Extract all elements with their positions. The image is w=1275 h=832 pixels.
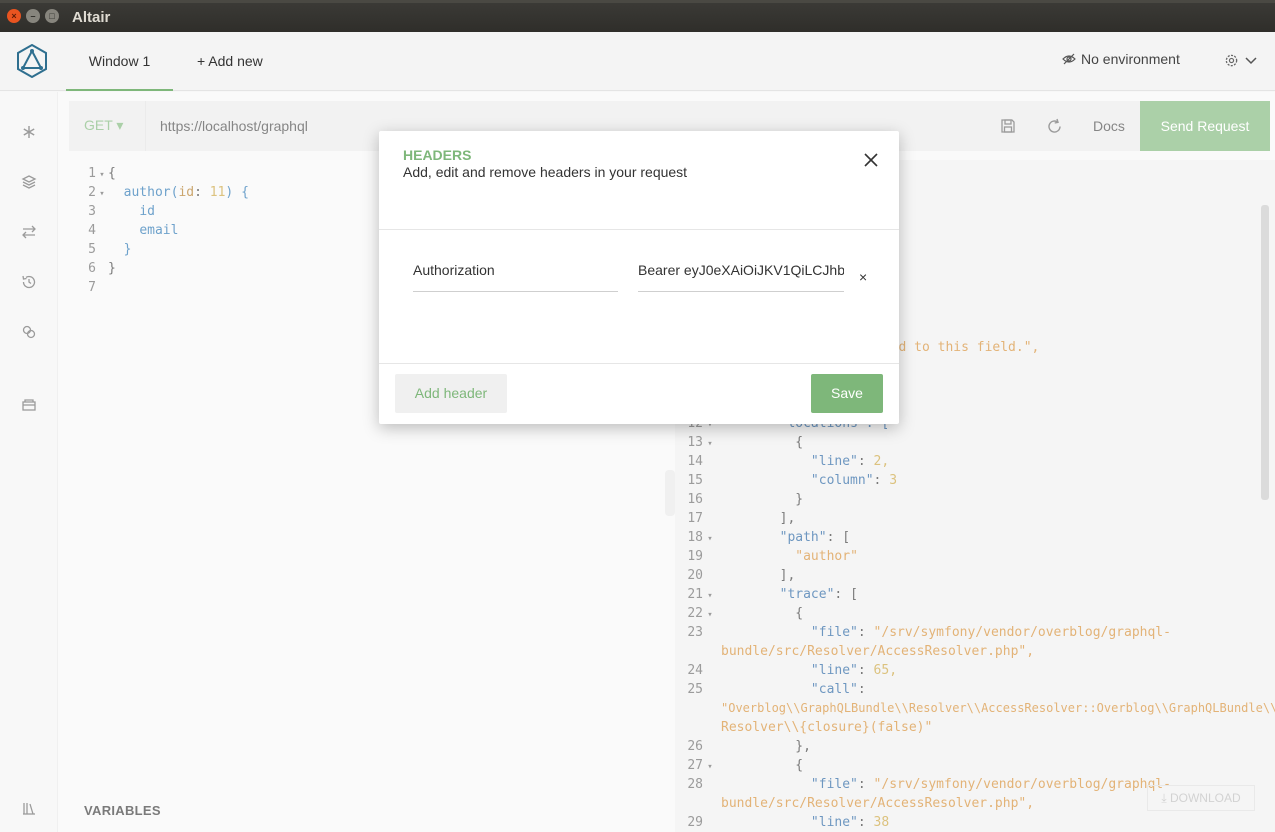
window-maximize-button[interactable]: □: [45, 9, 59, 23]
window-title: Altair: [72, 9, 111, 26]
window-minimize-button[interactable]: –: [26, 9, 40, 23]
save-button[interactable]: Save: [811, 374, 883, 413]
dialog-divider: [379, 363, 899, 364]
header-value-input[interactable]: Bearer eyJ0eXAiOiJKV1QiLCJhbGciOiJSUzI1N…: [638, 252, 844, 292]
tab-window-1[interactable]: Window 1: [66, 32, 173, 91]
environment-selector[interactable]: No environment: [1062, 51, 1180, 67]
remove-header-button[interactable]: ×: [859, 269, 867, 285]
add-window-tab[interactable]: + Add new: [197, 32, 263, 91]
eye-off-icon: [1062, 53, 1076, 65]
headers-dialog: HEADERS Add, edit and remove headers in …: [379, 131, 899, 424]
dialog-title: HEADERS: [403, 147, 472, 163]
settings-menu[interactable]: [1224, 53, 1257, 68]
chevron-down-icon: [1245, 56, 1257, 64]
header-key-input[interactable]: Authorization: [413, 252, 618, 292]
window-close-button[interactable]: ×: [7, 9, 21, 23]
titlebar-topline: [0, 0, 1275, 3]
altair-logo-icon[interactable]: [16, 44, 48, 78]
environment-label: No environment: [1081, 51, 1180, 67]
app-header: Window 1 + Add new No environment: [0, 32, 1275, 91]
gear-icon: [1225, 54, 1238, 67]
os-titlebar: × – □ Altair: [0, 0, 1275, 32]
close-icon[interactable]: [863, 152, 879, 168]
add-header-button[interactable]: Add header: [395, 374, 507, 413]
dialog-divider: [379, 229, 899, 230]
dialog-subtitle: Add, edit and remove headers in your req…: [403, 164, 688, 180]
